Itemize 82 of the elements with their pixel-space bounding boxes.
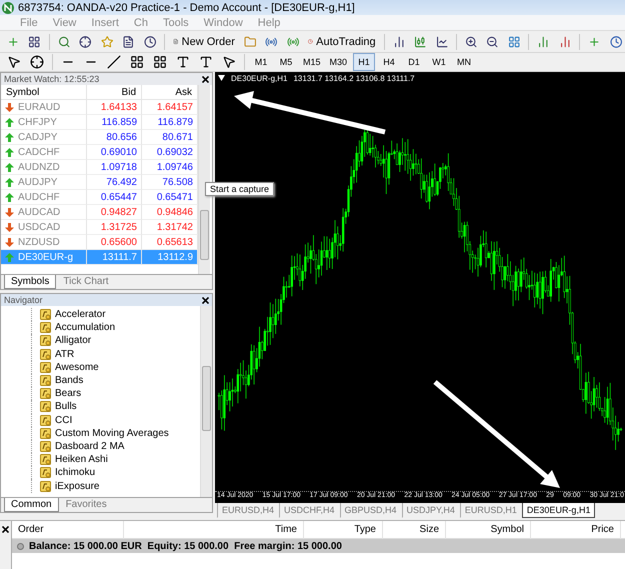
ask-cell: 13112.9 (142, 250, 198, 265)
ask-cell: 116.879 (142, 115, 198, 130)
ask-cell: 0.65471 (142, 190, 198, 205)
indicator-icon (40, 454, 51, 466)
ask-cell: 1.64157 (142, 100, 198, 115)
indicator-icon (40, 335, 51, 346)
symbol-cell[interactable]: AUDCHF (1, 190, 87, 205)
symbol-cell[interactable]: NZDUSD (1, 235, 87, 250)
bid-cell: 76.492 (87, 175, 142, 190)
tooltip: Start a capture (205, 182, 274, 196)
bid-cell: 0.69010 (87, 145, 142, 160)
bid-cell: 1.64133 (87, 100, 142, 115)
symbol-cell[interactable]: CADCHF (1, 145, 87, 160)
ask-cell: 76.508 (142, 175, 198, 190)
indicator-icon (40, 322, 51, 334)
panel-tab[interactable]: Symbols (4, 275, 56, 289)
dropdown-arrow-icon[interactable] (218, 75, 225, 81)
autotrading-button[interactable]: AutoTrading (305, 32, 379, 50)
symbol-cell[interactable]: CADJPY (1, 130, 87, 145)
indicator-icon (40, 428, 51, 439)
status-dot-icon (17, 542, 24, 550)
timeframe-button[interactable]: M15 (300, 53, 324, 71)
chart-symbol: DE30EUR-g,H1 (231, 74, 288, 82)
indicator-icon (40, 362, 51, 373)
close-icon[interactable] (2, 526, 9, 533)
symbol-cell[interactable]: EURAUD (1, 100, 87, 115)
chart-tab[interactable]: GBPUSD,H4 (340, 503, 402, 518)
new-order-button[interactable]: New Order (170, 32, 238, 50)
indicator-icon (40, 480, 51, 492)
ohlc-values: 13131.7 13164.2 13106.8 13111.7 (293, 74, 415, 82)
chart-tab[interactable]: USDCHF,H4 (279, 503, 340, 518)
indicator-icon (40, 309, 51, 320)
scrollbar[interactable] (198, 85, 210, 274)
indicator-icon (40, 440, 51, 452)
bid-cell: 13111.7 (87, 250, 142, 265)
indicator-icon (40, 414, 51, 426)
indicator-icon (40, 467, 51, 478)
chart-tab[interactable]: USDJPY,H4 (402, 503, 460, 518)
symbol-cell[interactable]: CHFJPY (1, 115, 87, 130)
indicator-icon (40, 388, 51, 400)
panel-title: Market Watch: 12:55:23 (4, 74, 100, 84)
timeframe-button[interactable]: M5 (275, 53, 297, 71)
panel-tab[interactable]: Favorites (58, 498, 114, 512)
bid-cell: 0.65447 (87, 190, 142, 205)
timeframe-button[interactable]: W1 (428, 53, 450, 71)
ask-cell: 0.65613 (142, 235, 198, 250)
panel-tab[interactable]: Common (4, 498, 59, 512)
balance-summary: Balance: 15 000.00 EUR Equity: 15 000.00 Free margin: 15 000.00 (29, 540, 342, 552)
symbol-cell[interactable]: AUDNZD (1, 160, 87, 175)
ask-cell: 0.69032 (142, 145, 198, 160)
down-arrow-icon (5, 102, 14, 112)
timeframe-button[interactable]: MN (453, 53, 476, 71)
symbol-cell[interactable]: AUDJPY (1, 175, 87, 190)
bid-cell: 1.09718 (87, 160, 142, 175)
up-arrow-icon (5, 252, 14, 262)
symbol-cell[interactable]: USDCAD (1, 220, 87, 235)
timeframe-button[interactable]: H4 (378, 53, 400, 71)
panel-tab[interactable]: Tick Chart (56, 275, 116, 289)
bid-cell: 80.656 (87, 130, 142, 145)
indicator-icon (40, 401, 51, 412)
chart-tab[interactable]: DE30EUR-g,H1 (522, 503, 596, 518)
bid-cell: 0.94827 (87, 205, 142, 220)
window-title: 6873754: OANDA-v20 Practice-1 - Demo Account - [DE30EUR-g,H1] (18, 2, 355, 14)
indicator-icon (40, 348, 51, 360)
timeframe-button[interactable]: D1 (403, 53, 426, 71)
ask-cell: 1.31742 (142, 220, 198, 235)
ask-cell: 0.94846 (142, 205, 198, 220)
bid-cell: 0.65600 (87, 235, 142, 250)
symbol-cell[interactable]: AUDCAD (1, 205, 87, 220)
scrollbar[interactable] (200, 306, 212, 497)
timeframe-button[interactable]: M1 (250, 53, 272, 71)
chart-tab[interactable]: EURUSD,H4 (217, 503, 280, 518)
close-icon[interactable] (202, 296, 209, 304)
timeframe-button[interactable]: H1 (353, 53, 376, 71)
close-icon[interactable] (202, 76, 209, 82)
indicator-icon (40, 375, 51, 386)
timeframe-button[interactable]: M30 (326, 53, 350, 71)
ask-cell: 1.09746 (142, 160, 198, 175)
bid-cell: 1.31725 (87, 220, 142, 235)
ask-cell: 80.671 (142, 130, 198, 145)
panel-title: Navigator (4, 295, 43, 305)
bid-cell: 116.859 (87, 115, 142, 130)
